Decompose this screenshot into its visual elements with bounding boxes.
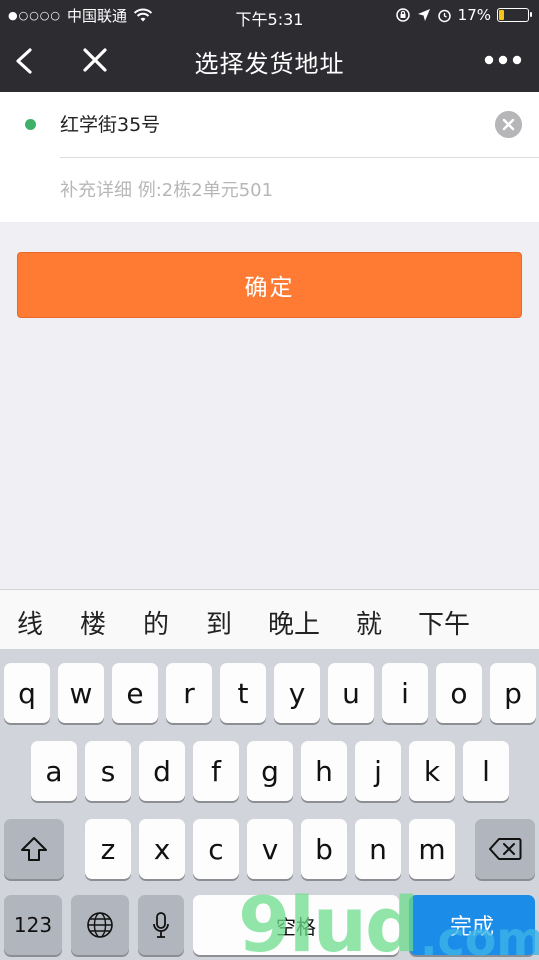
confirm-button[interactable]: 确定 <box>17 252 522 318</box>
key-h[interactable]: h <box>301 741 347 801</box>
key-c[interactable]: c <box>193 819 239 879</box>
key-e[interactable]: e <box>112 663 158 723</box>
key-d[interactable]: d <box>139 741 185 801</box>
candidate-word[interactable]: 下午 <box>418 604 470 641</box>
address-main-text[interactable]: 红学街35号 <box>60 110 160 137</box>
battery-level-fill <box>499 10 504 20</box>
candidate-word[interactable]: 到 <box>206 604 232 641</box>
shift-arrow-icon <box>21 837 47 861</box>
candidate-word[interactable]: 线 <box>17 604 43 641</box>
key-p[interactable]: p <box>490 663 536 723</box>
page-title: 选择发货地址 <box>194 50 345 78</box>
shift-key[interactable] <box>4 819 64 879</box>
navigation-bar: 选择发货地址 <box>0 30 539 92</box>
more-dots-icon[interactable] <box>483 50 523 70</box>
key-w[interactable]: w <box>58 663 104 723</box>
battery-percent: 17% <box>457 6 491 24</box>
address-detail-input[interactable] <box>60 170 500 210</box>
key-v[interactable]: v <box>247 819 293 879</box>
watermark-domain: .com <box>420 912 539 960</box>
microphone-key[interactable] <box>138 895 184 955</box>
status-right: 17% <box>395 0 532 30</box>
key-u[interactable]: u <box>328 663 374 723</box>
key-a[interactable]: a <box>31 741 77 801</box>
key-y[interactable]: y <box>274 663 320 723</box>
key-l[interactable]: l <box>463 741 509 801</box>
key-k[interactable]: k <box>409 741 455 801</box>
globe-icon <box>87 912 113 938</box>
candidate-word[interactable]: 就 <box>356 604 382 641</box>
microphone-icon <box>153 912 169 938</box>
key-b[interactable]: b <box>301 819 347 879</box>
orientation-lock-icon <box>395 8 410 22</box>
key-r[interactable]: r <box>166 663 212 723</box>
key-m[interactable]: m <box>409 819 455 879</box>
key-g[interactable]: g <box>247 741 293 801</box>
battery-icon <box>497 8 532 22</box>
backspace-icon <box>489 838 522 860</box>
watermark-logo: 9lud <box>238 880 419 960</box>
key-j[interactable]: j <box>355 741 401 801</box>
key-q[interactable]: q <box>4 663 50 723</box>
location-dot-icon <box>25 119 36 130</box>
key-f[interactable]: f <box>193 741 239 801</box>
numbers-key[interactable]: 123 <box>4 895 62 955</box>
key-z[interactable]: z <box>85 819 131 879</box>
key-i[interactable]: i <box>382 663 428 723</box>
key-t[interactable]: t <box>220 663 266 723</box>
status-bar: ●○○○○ 中国联通 下午5:31 17% <box>0 0 539 30</box>
field-divider <box>60 157 539 158</box>
location-arrow-icon <box>417 9 430 21</box>
candidate-word[interactable]: 的 <box>143 604 169 641</box>
key-x[interactable]: x <box>139 819 185 879</box>
clear-input-icon[interactable] <box>495 111 522 138</box>
key-s[interactable]: s <box>85 741 131 801</box>
key-o[interactable]: o <box>436 663 482 723</box>
backspace-key[interactable] <box>475 819 535 879</box>
alarm-icon <box>437 9 451 22</box>
globe-key[interactable] <box>71 895 129 955</box>
candidate-word[interactable]: 楼 <box>80 604 106 641</box>
key-n[interactable]: n <box>355 819 401 879</box>
candidate-word[interactable]: 晚上 <box>268 604 320 641</box>
ime-candidate-bar: 线 楼 的 到 晚上 就 下午 <box>0 589 539 649</box>
